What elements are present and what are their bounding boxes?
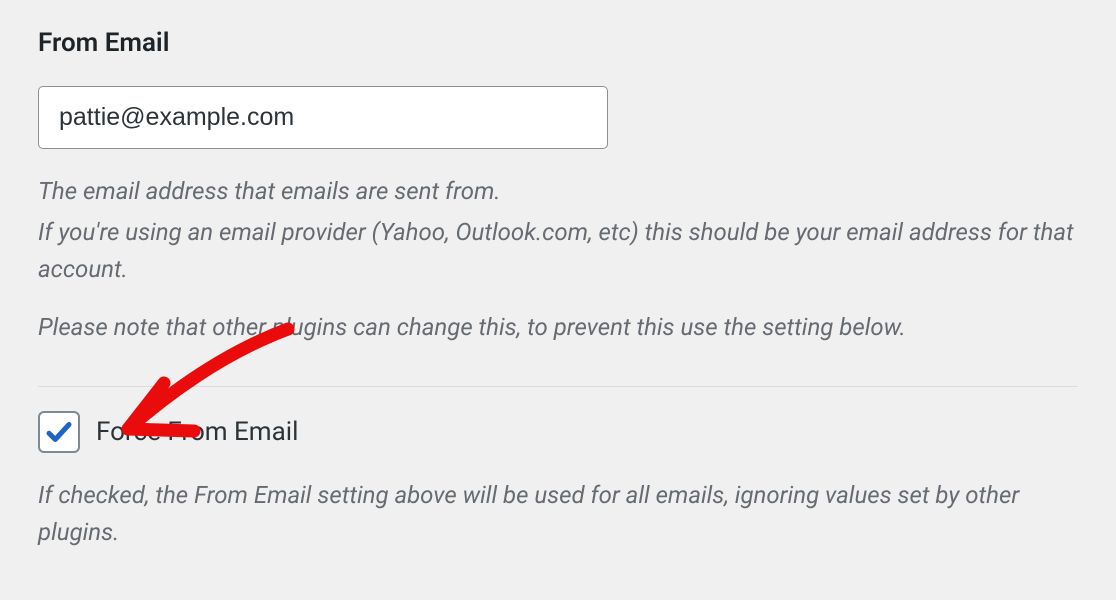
force-from-email-help: If checked, the From Email setting above… [38, 477, 1078, 551]
force-from-email-checkbox[interactable] [38, 411, 80, 453]
from-email-label: From Email [38, 28, 1078, 58]
from-email-help-3: Please note that other plugins can chang… [38, 309, 1078, 346]
from-email-help-1: The email address that emails are sent f… [38, 173, 1078, 210]
section-divider [38, 386, 1078, 387]
force-from-email-row: Force From Email [38, 411, 1078, 453]
from-email-help-2: If you're using an email provider (Yahoo… [38, 214, 1078, 288]
from-email-input[interactable] [38, 86, 608, 149]
from-email-section: From Email The email address that emails… [38, 28, 1078, 346]
checkmark-icon [44, 417, 74, 447]
force-from-email-label[interactable]: Force From Email [96, 417, 298, 447]
